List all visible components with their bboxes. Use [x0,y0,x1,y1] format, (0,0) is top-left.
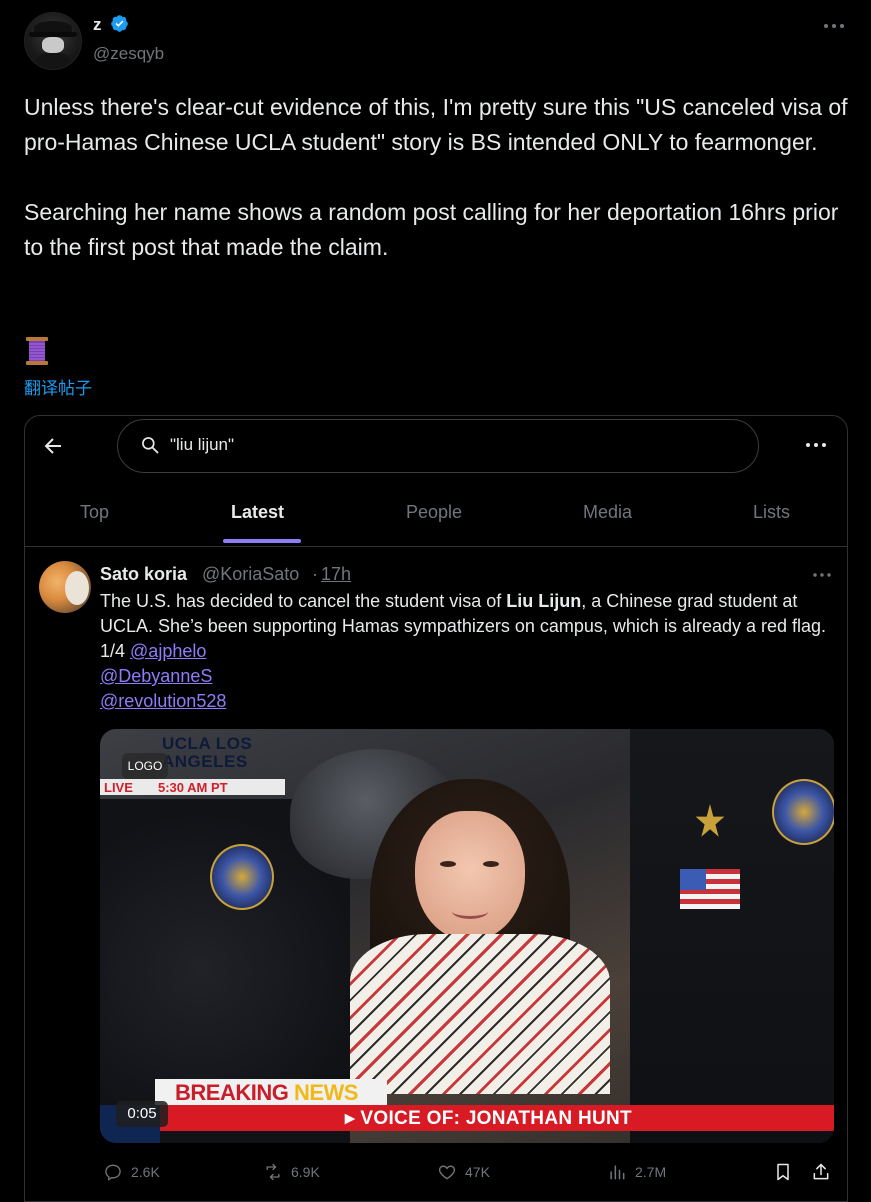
us-flag-patch-icon [680,869,740,909]
result-timestamp[interactable]: 17h [321,564,351,585]
search-icon [142,437,159,454]
author-avatar[interactable] [24,12,82,70]
lower-third-caption: VOICE OF: JONATHAN HUNT [360,1108,632,1129]
video-scene [440,861,456,867]
broadcast-time: 5:30 AM PT [158,780,228,795]
verified-badge-icon [111,15,128,32]
back-arrow-icon[interactable] [41,434,65,458]
mention-link[interactable]: @revolution528 [100,691,226,711]
mention-link[interactable]: @ajphelo [130,641,206,661]
reply-button[interactable]: 2.6K [103,1162,160,1182]
reply-count: 2.6K [131,1164,160,1180]
result-author-name[interactable]: Sato koria [100,564,187,585]
author-display-name[interactable]: z [93,15,102,35]
breaking-news-label: BREAKING NEWS [175,1080,358,1106]
like-count: 47K [465,1164,490,1180]
post-paragraph: Unless there's clear-cut evidence of thi… [24,94,848,155]
video-corner-badge: LOGO [122,753,168,779]
result-author-handle[interactable]: @KoriaSato [202,564,299,585]
post-paragraph: Searching her name shows a random post c… [24,199,839,260]
tab-latest[interactable]: Latest [231,502,284,523]
separator-dot: · [312,564,318,584]
quoted-screenshot-card[interactable]: "liu lijun" Top Latest People Media List… [24,415,848,1202]
result-body: The U.S. has decided to cancel the stude… [100,589,830,714]
police-badge-icon [210,844,274,910]
broadcast-location: UCLA LOS ANGELES [162,734,253,771]
author-handle[interactable]: @zesqyb [93,44,164,64]
broadcast-live-label: LIVE [104,780,133,795]
tab-lists[interactable]: Lists [753,502,790,523]
repost-button[interactable]: 6.9K [263,1162,320,1182]
result-author-avatar[interactable] [39,561,91,613]
divider [25,546,847,547]
more-options-icon[interactable] [820,16,848,36]
result-text-bold: Liu Lijun [506,591,582,611]
video-player[interactable]: UCLA LOS ANGELES LIVE 5:30 AM PT LOGO BR… [100,729,834,1143]
search-bar[interactable]: "liu lijun" [117,419,759,473]
video-scene [415,811,525,941]
tab-media[interactable]: Media [583,502,632,523]
bookmark-button[interactable] [773,1162,793,1182]
video-duration: 0:05 [116,1101,168,1127]
search-tabs: Top Latest People Media Lists [25,494,847,546]
breaking-word: BREAKING [175,1080,289,1105]
post-body: Unless there's clear-cut evidence of thi… [24,90,854,265]
result-text-part: The U.S. has decided to cancel the stude… [100,591,507,611]
tab-top[interactable]: Top [80,502,109,523]
bookmark-icon [777,1163,789,1181]
reply-icon [105,1164,121,1181]
news-word: NEWS [293,1080,359,1105]
police-badge-icon [772,779,834,845]
active-tab-indicator [223,539,301,543]
share-icon [813,1163,829,1180]
like-button[interactable]: 47K [437,1162,490,1182]
search-query[interactable]: "liu lijun" [170,435,234,455]
spool-of-thread-icon [26,337,48,365]
result-more-icon[interactable] [811,568,833,582]
share-button[interactable] [811,1162,831,1182]
heart-icon [438,1165,456,1180]
play-triangle-icon: ▸ [345,1108,361,1129]
search-more-icon[interactable] [803,436,829,454]
repost-count: 6.9K [291,1164,320,1180]
repost-icon [266,1163,280,1181]
views-chart-icon [610,1165,625,1180]
views-button[interactable]: 2.7M [607,1162,666,1182]
mention-link[interactable]: @DebyanneS [100,666,212,686]
video-scene [350,934,610,1094]
translate-post-link[interactable]: 翻译帖子 [24,374,92,399]
video-scene [452,904,488,919]
video-scene [483,861,499,867]
tab-people[interactable]: People [406,502,462,523]
lower-third-text: ▸ VOICE OF: JONATHAN HUNT [345,1107,632,1130]
view-count: 2.7M [635,1164,667,1180]
